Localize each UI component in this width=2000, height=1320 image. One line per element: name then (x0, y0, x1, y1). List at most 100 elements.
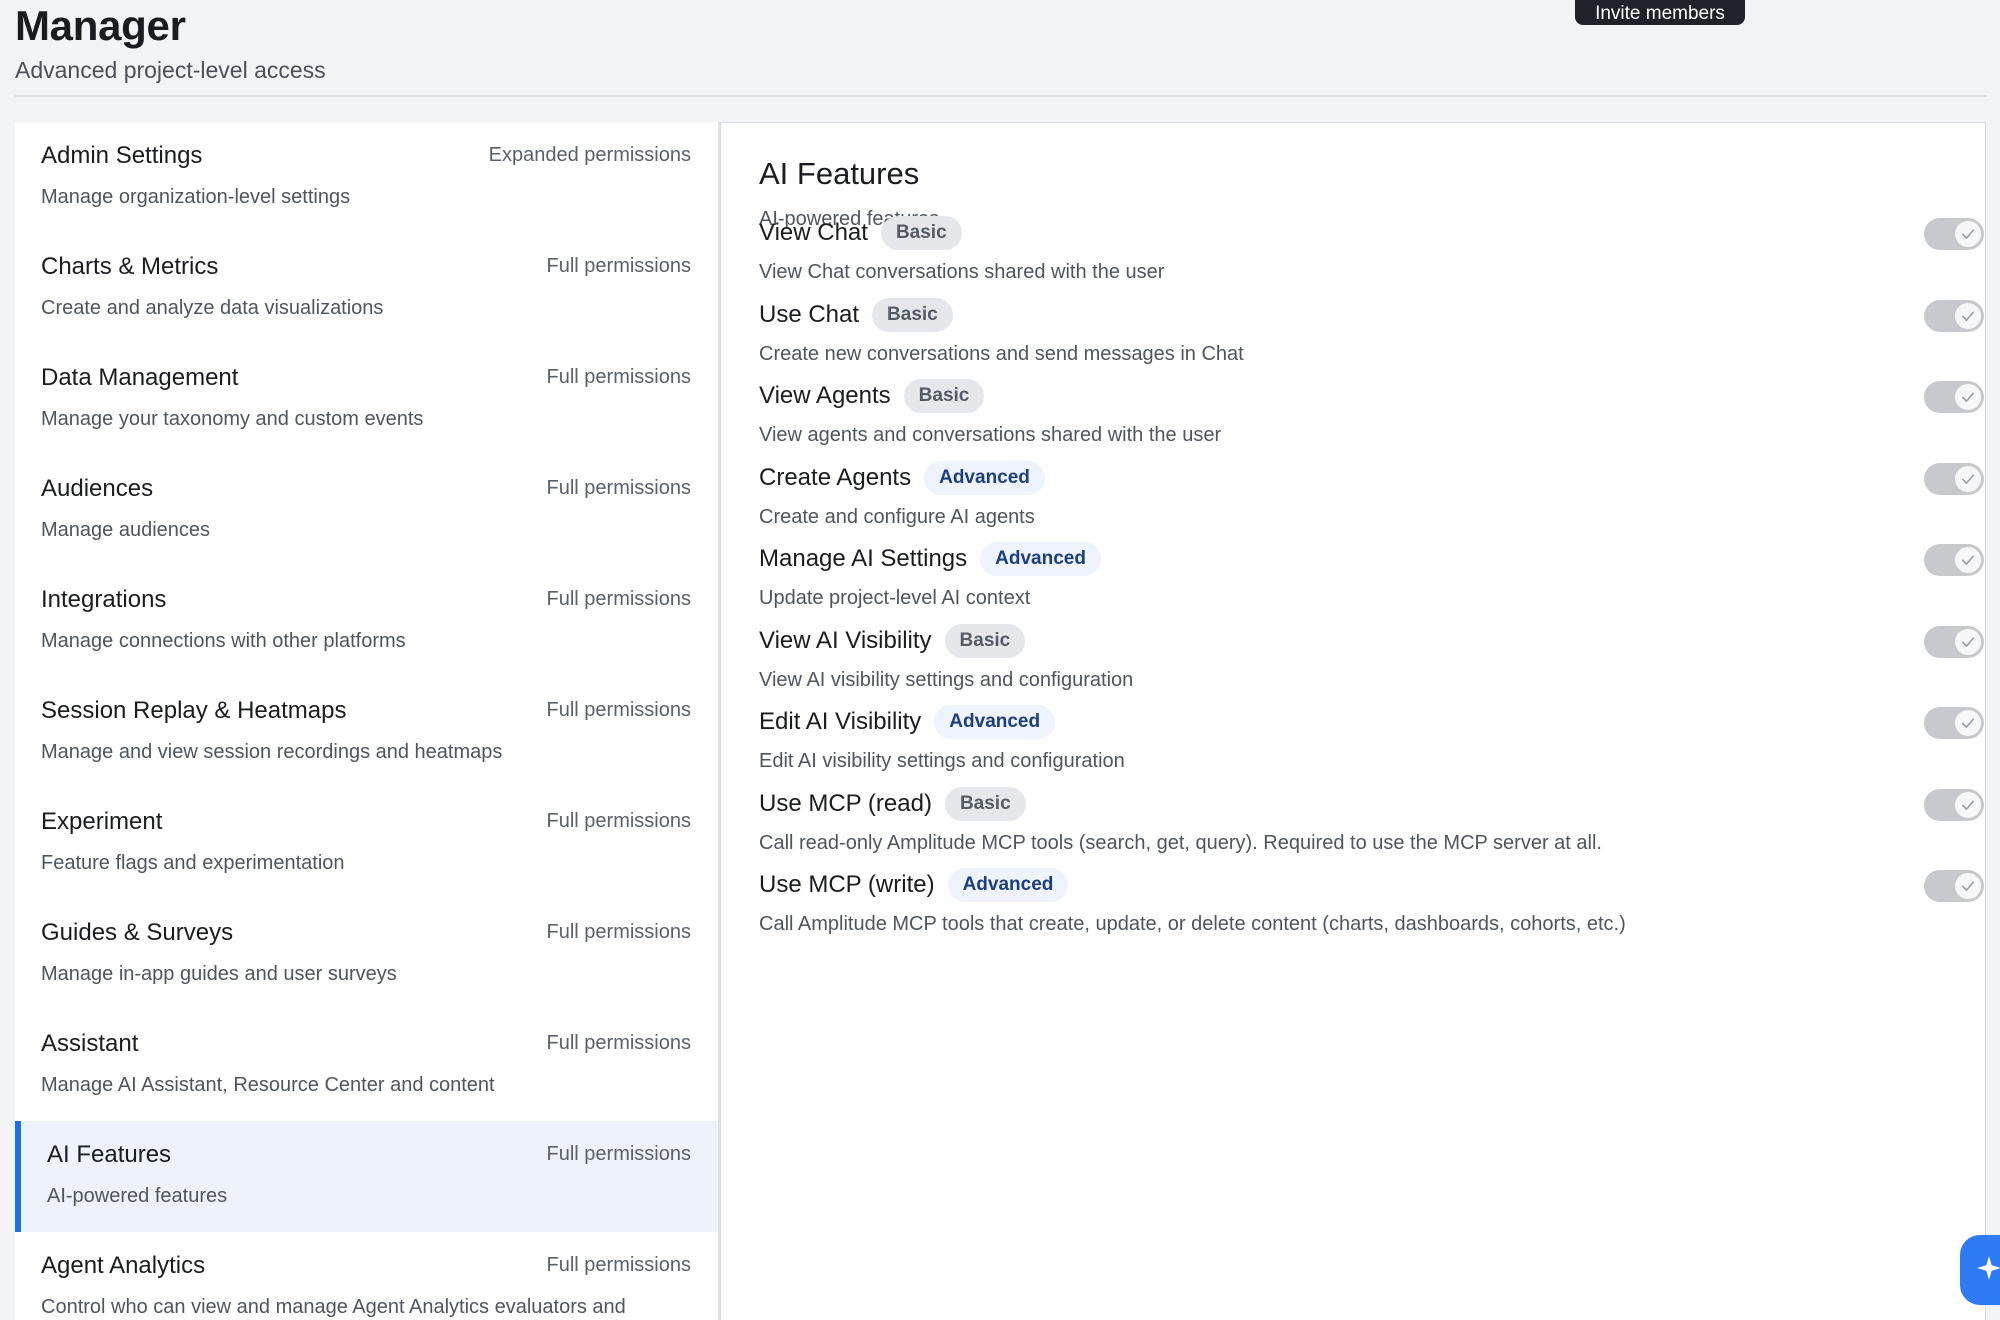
page-title: Manager (15, 2, 186, 49)
permission-level-badge: Basic (903, 379, 985, 413)
category-name: AI Features (47, 1141, 172, 1168)
category-item-data-management[interactable]: Data Management Full permissions Manage yo… (15, 344, 718, 455)
category-permission-level: Full permissions (546, 366, 691, 388)
check-icon (1961, 229, 1975, 239)
category-item-charts-metrics[interactable]: Charts & Metrics Full permissions Create a… (15, 233, 718, 344)
permission-description: View AI visibility settings and configur… (759, 668, 1134, 691)
permission-description: Edit AI visibility settings and configur… (759, 750, 1125, 772)
category-description: Manage in-app guides and user surveys (41, 963, 397, 985)
permission-toggle[interactable] (1924, 544, 1984, 576)
check-icon (1961, 310, 1975, 321)
detail-title: AI Features (759, 156, 920, 191)
header-divider (15, 95, 1987, 97)
permission-name: Manage AI Settings (759, 545, 968, 572)
permission-level-badge: Advanced (947, 868, 1069, 902)
category-item-session-replay-heatmaps[interactable]: Session Replay & Heatmaps Full permission… (15, 677, 718, 788)
sparkle-icon (1977, 1256, 2000, 1280)
permission-description: Call Amplitude MCP tools that create, up… (759, 913, 1626, 935)
check-icon (1961, 636, 1975, 647)
invite-members-button[interactable]: Invite members (1575, 0, 1745, 25)
permission-toggle[interactable] (1924, 462, 1984, 495)
toggle-knob (1955, 873, 1981, 899)
category-permission-level: Full permissions (546, 1032, 691, 1054)
category-permission-level: Full permissions (546, 477, 691, 499)
category-description: Manage your taxonomy and custom events (41, 408, 424, 430)
toggle-knob (1955, 791, 1981, 818)
check-icon (1961, 473, 1975, 484)
check-icon (1961, 799, 1975, 810)
permission-name: View Chat (759, 219, 868, 246)
category-name: Experiment (41, 808, 163, 835)
category-list: Admin Settings Expanded permissions Manage… (15, 122, 718, 1320)
category-name: Audiences (41, 475, 154, 502)
permission-name: View Agents (759, 382, 891, 409)
category-name: Admin Settings (41, 142, 203, 169)
check-icon (1961, 392, 1975, 402)
assistant-fab-button[interactable] (1960, 1235, 2000, 1305)
category-name: Session Replay & Heatmaps (41, 697, 347, 724)
category-name: Charts & Metrics (41, 253, 219, 280)
category-item-audiences[interactable]: Audiences Full permissions Manage audience… (15, 455, 718, 566)
permission-toggle[interactable] (1924, 625, 1984, 658)
permission-row: Manage AI Settings Advanced Update project… (759, 541, 1984, 631)
category-name: Integrations (41, 586, 167, 613)
category-name: Data Management (41, 364, 239, 391)
permission-toggle[interactable] (1924, 707, 1984, 739)
toggle-knob (1955, 302, 1981, 329)
permission-description: Update project-level AI context (759, 587, 1031, 609)
permission-level-badge: Basic (944, 623, 1026, 658)
category-description: Manage organization-level settings (41, 186, 351, 208)
category-permission-level: Full permissions (546, 699, 691, 721)
permission-description: Call read-only Amplitude MCP tools (sear… (759, 831, 1602, 854)
category-permission-level: Full permissions (546, 921, 691, 943)
category-description: Control who can view and manage Agent An… (41, 1296, 626, 1318)
permission-level-badge: Advanced (980, 542, 1101, 576)
category-item-guides-surveys[interactable]: Guides & Surveys Full permissions Manage i… (15, 899, 718, 1010)
permission-name: Use MCP (read) (759, 789, 932, 817)
toggle-knob (1955, 547, 1981, 573)
permission-toggle[interactable] (1924, 870, 1984, 902)
category-permission-level: Full permissions (546, 1143, 691, 1165)
permission-description: Create new conversations and send messag… (759, 342, 1244, 365)
category-permission-level: Full permissions (546, 255, 691, 277)
category-item-assistant[interactable]: Assistant Full permissions Manage AI Assis… (15, 1010, 718, 1121)
category-description: Manage and view session recordings and h… (41, 741, 503, 763)
toggle-knob (1955, 710, 1981, 736)
permission-row: Use Chat Basic Create new conversations an… (759, 297, 1984, 387)
page-subtitle: Advanced project-level access (15, 57, 326, 83)
category-description: AI-powered features (47, 1185, 228, 1207)
permission-name: Edit AI Visibility (759, 708, 922, 735)
category-permission-level: Full permissions (546, 588, 691, 610)
permission-row: Use MCP (read) Basic Call read-only Amplit… (759, 786, 1984, 876)
category-permission-level: Expanded permissions (488, 144, 691, 166)
toggle-knob (1955, 465, 1981, 492)
permission-row: View Agents Basic View agents and conversa… (759, 378, 1984, 468)
toggle-knob (1955, 384, 1981, 410)
permission-toggle[interactable] (1924, 299, 1984, 332)
category-item-experiment[interactable]: Experiment Full permissions Feature flags … (15, 788, 718, 899)
permission-level-badge: Advanced (924, 460, 1045, 495)
permission-name: Create Agents (759, 463, 912, 491)
permission-level-badge: Basic (944, 786, 1026, 821)
permission-description: Create and configure AI agents (759, 505, 1035, 528)
permission-toggle[interactable] (1924, 218, 1984, 250)
category-item-ai-features[interactable]: AI Features Full permissions AI-powered fe… (15, 1121, 718, 1232)
permission-name: View AI Visibility (759, 626, 932, 654)
permission-toggle[interactable] (1924, 788, 1984, 821)
toggle-knob (1955, 628, 1981, 655)
permission-toggle[interactable] (1924, 381, 1984, 413)
check-icon (1961, 718, 1975, 728)
permission-description: View Chat conversations shared with the … (759, 261, 1165, 283)
category-item-admin-settings[interactable]: Admin Settings Expanded permissions Manage… (15, 122, 718, 233)
permission-name: Use MCP (write) (759, 871, 935, 898)
category-name: Agent Analytics (41, 1252, 206, 1279)
permission-row: Create Agents Advanced Create and configur… (759, 460, 1984, 550)
category-permission-level: Full permissions (546, 1254, 691, 1276)
category-item-integrations[interactable]: Integrations Full permissions Manage conne… (15, 566, 718, 677)
category-item-agent-analytics[interactable]: Agent Analytics Full permissions Control w… (15, 1232, 718, 1320)
category-name: Guides & Surveys (41, 919, 234, 946)
check-icon (1961, 555, 1975, 565)
permission-row: Use MCP (write) Advanced Call Amplitude MC… (759, 867, 1984, 957)
toggle-knob (1955, 221, 1981, 247)
permission-row: View AI Visibility Basic View AI visibilit… (759, 623, 1984, 713)
